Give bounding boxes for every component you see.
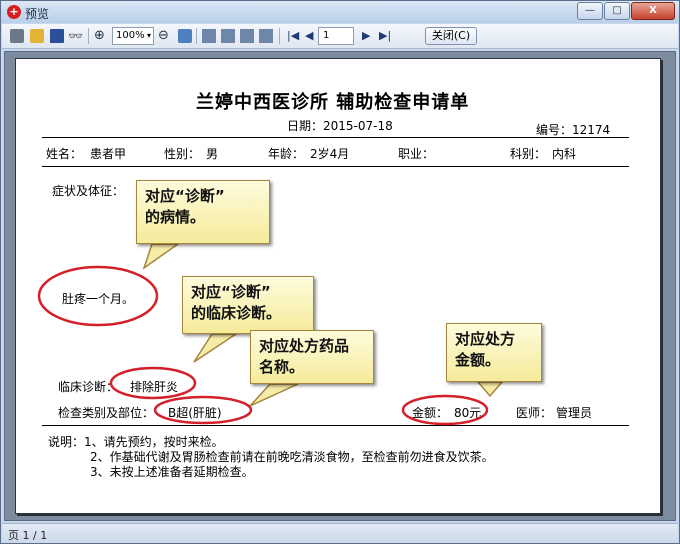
callout-text: 名称。 xyxy=(259,358,305,376)
callout-text: 对应处方 xyxy=(455,330,516,348)
first-page-icon[interactable]: |◀ xyxy=(287,28,299,44)
callout-text: 对应“诊断” xyxy=(145,187,225,205)
toolbar-separator xyxy=(88,28,89,44)
minimize-button[interactable]: — xyxy=(577,2,603,20)
symptom-value: 肚疼一个月。 xyxy=(62,292,135,306)
zoom-value: 100% xyxy=(116,30,145,41)
diagnosis-value: 排除肝炎 xyxy=(130,380,179,394)
name-value: 患者甲 xyxy=(90,147,127,161)
fit-page-icon[interactable] xyxy=(178,29,192,43)
open-folder-icon[interactable] xyxy=(30,29,44,43)
callout-drug: 对应处方药品 名称。 xyxy=(250,330,374,384)
toolbar: 👓 ⊕ 100% ▾ ⊖ |◀ ◀ 1 ▶ ▶| 关闭(C) xyxy=(2,24,678,49)
zoom-select[interactable]: 100% ▾ xyxy=(112,27,154,45)
doctor-value: 管理员 xyxy=(556,406,593,420)
toolbar-separator xyxy=(279,28,280,44)
chevron-down-icon: ▾ xyxy=(146,31,151,40)
gender-label: 性别： xyxy=(164,147,201,161)
callout-amount: 对应处方 金额。 xyxy=(446,323,542,382)
symptom-label: 症状及体征： xyxy=(52,184,125,198)
gender-value: 男 xyxy=(206,147,219,161)
title-bar[interactable]: + 预览 — □ X xyxy=(1,1,679,23)
window-controls: — □ X xyxy=(576,2,675,20)
job-label: 职业： xyxy=(398,147,435,161)
status-bar: 页 1 / 1 xyxy=(2,523,678,543)
callout-text: 对应“诊断” xyxy=(191,283,271,301)
book-view-icon[interactable] xyxy=(240,29,254,43)
two-page-icon[interactable] xyxy=(221,29,235,43)
header-rule xyxy=(42,137,629,138)
single-page-icon[interactable] xyxy=(202,29,216,43)
next-page-icon[interactable]: ▶ xyxy=(362,28,370,44)
callout-diagnosis: 对应“诊断” 的临床诊断。 xyxy=(182,276,314,334)
age-value: 2岁4月 xyxy=(310,147,350,161)
dept-label: 科别： xyxy=(510,147,547,161)
window-title: 预览 xyxy=(25,7,50,21)
document-title: 兰婷中西医诊所 辅助检查申请单 xyxy=(196,92,470,113)
save-icon[interactable] xyxy=(50,29,64,43)
find-icon[interactable]: 👓 xyxy=(68,29,84,43)
callout-text: 对应处方药品 xyxy=(259,337,350,355)
footer-rule xyxy=(42,425,629,426)
dept-value: 内科 xyxy=(552,147,577,161)
prev-page-icon[interactable]: ◀ xyxy=(305,28,313,44)
callout-text: 金额。 xyxy=(455,351,501,369)
diagnosis-label: 临床诊断： xyxy=(58,380,119,394)
callout-text: 的病情。 xyxy=(145,208,206,226)
callout-symptom: 对应“诊断” 的病情。 xyxy=(136,180,270,244)
exam-value: B超(肝脏) xyxy=(168,406,222,420)
doctor-label: 医师： xyxy=(516,406,553,420)
info-rule xyxy=(42,166,629,167)
document-number: 编号：12174 xyxy=(536,123,611,137)
page-setup-icon[interactable] xyxy=(259,29,273,43)
zoom-out-icon[interactable]: ⊖ xyxy=(158,29,172,43)
toolbar-separator xyxy=(196,28,197,44)
zoom-in-icon[interactable]: ⊕ xyxy=(94,29,108,43)
age-label: 年龄： xyxy=(268,147,305,161)
name-label: 姓名： xyxy=(46,147,83,161)
close-button[interactable]: 关闭(C) xyxy=(425,27,477,45)
document-date: 日期：2015-07-18 xyxy=(287,119,393,133)
app-icon: + xyxy=(7,5,21,19)
page-indicator: 页 1 / 1 xyxy=(8,529,48,542)
amount-value: 80元 xyxy=(454,406,482,420)
amount-label: 金额： xyxy=(412,406,449,420)
print-icon[interactable] xyxy=(10,29,24,43)
page-number-input[interactable]: 1 xyxy=(318,27,354,45)
note-line-3: 3、未按上述准备者延期检查。 xyxy=(90,465,254,479)
callout-text: 的临床诊断。 xyxy=(191,304,282,322)
maximize-button[interactable]: □ xyxy=(604,2,630,20)
close-window-button[interactable]: X xyxy=(631,2,675,20)
last-page-icon[interactable]: ▶| xyxy=(379,28,391,44)
exam-label: 检查类别及部位： xyxy=(58,406,155,420)
